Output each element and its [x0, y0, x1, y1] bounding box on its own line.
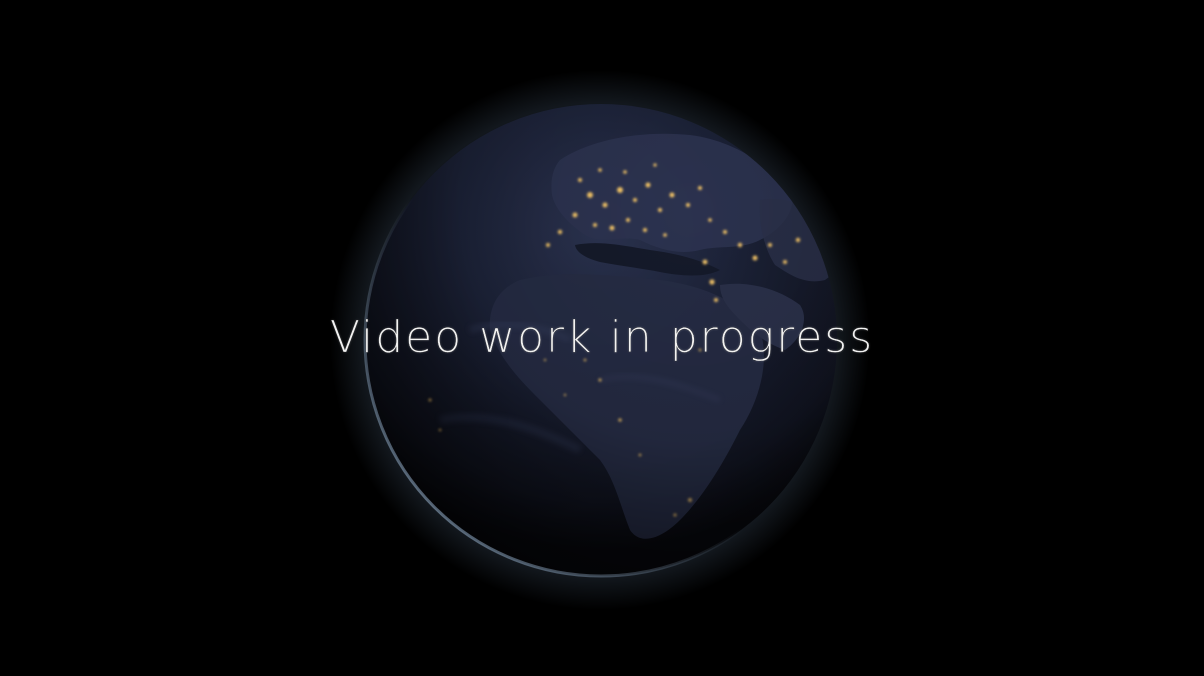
video-placeholder-screen: Video work in progress	[0, 0, 1204, 676]
video-status-message: Video work in progress	[329, 312, 875, 363]
